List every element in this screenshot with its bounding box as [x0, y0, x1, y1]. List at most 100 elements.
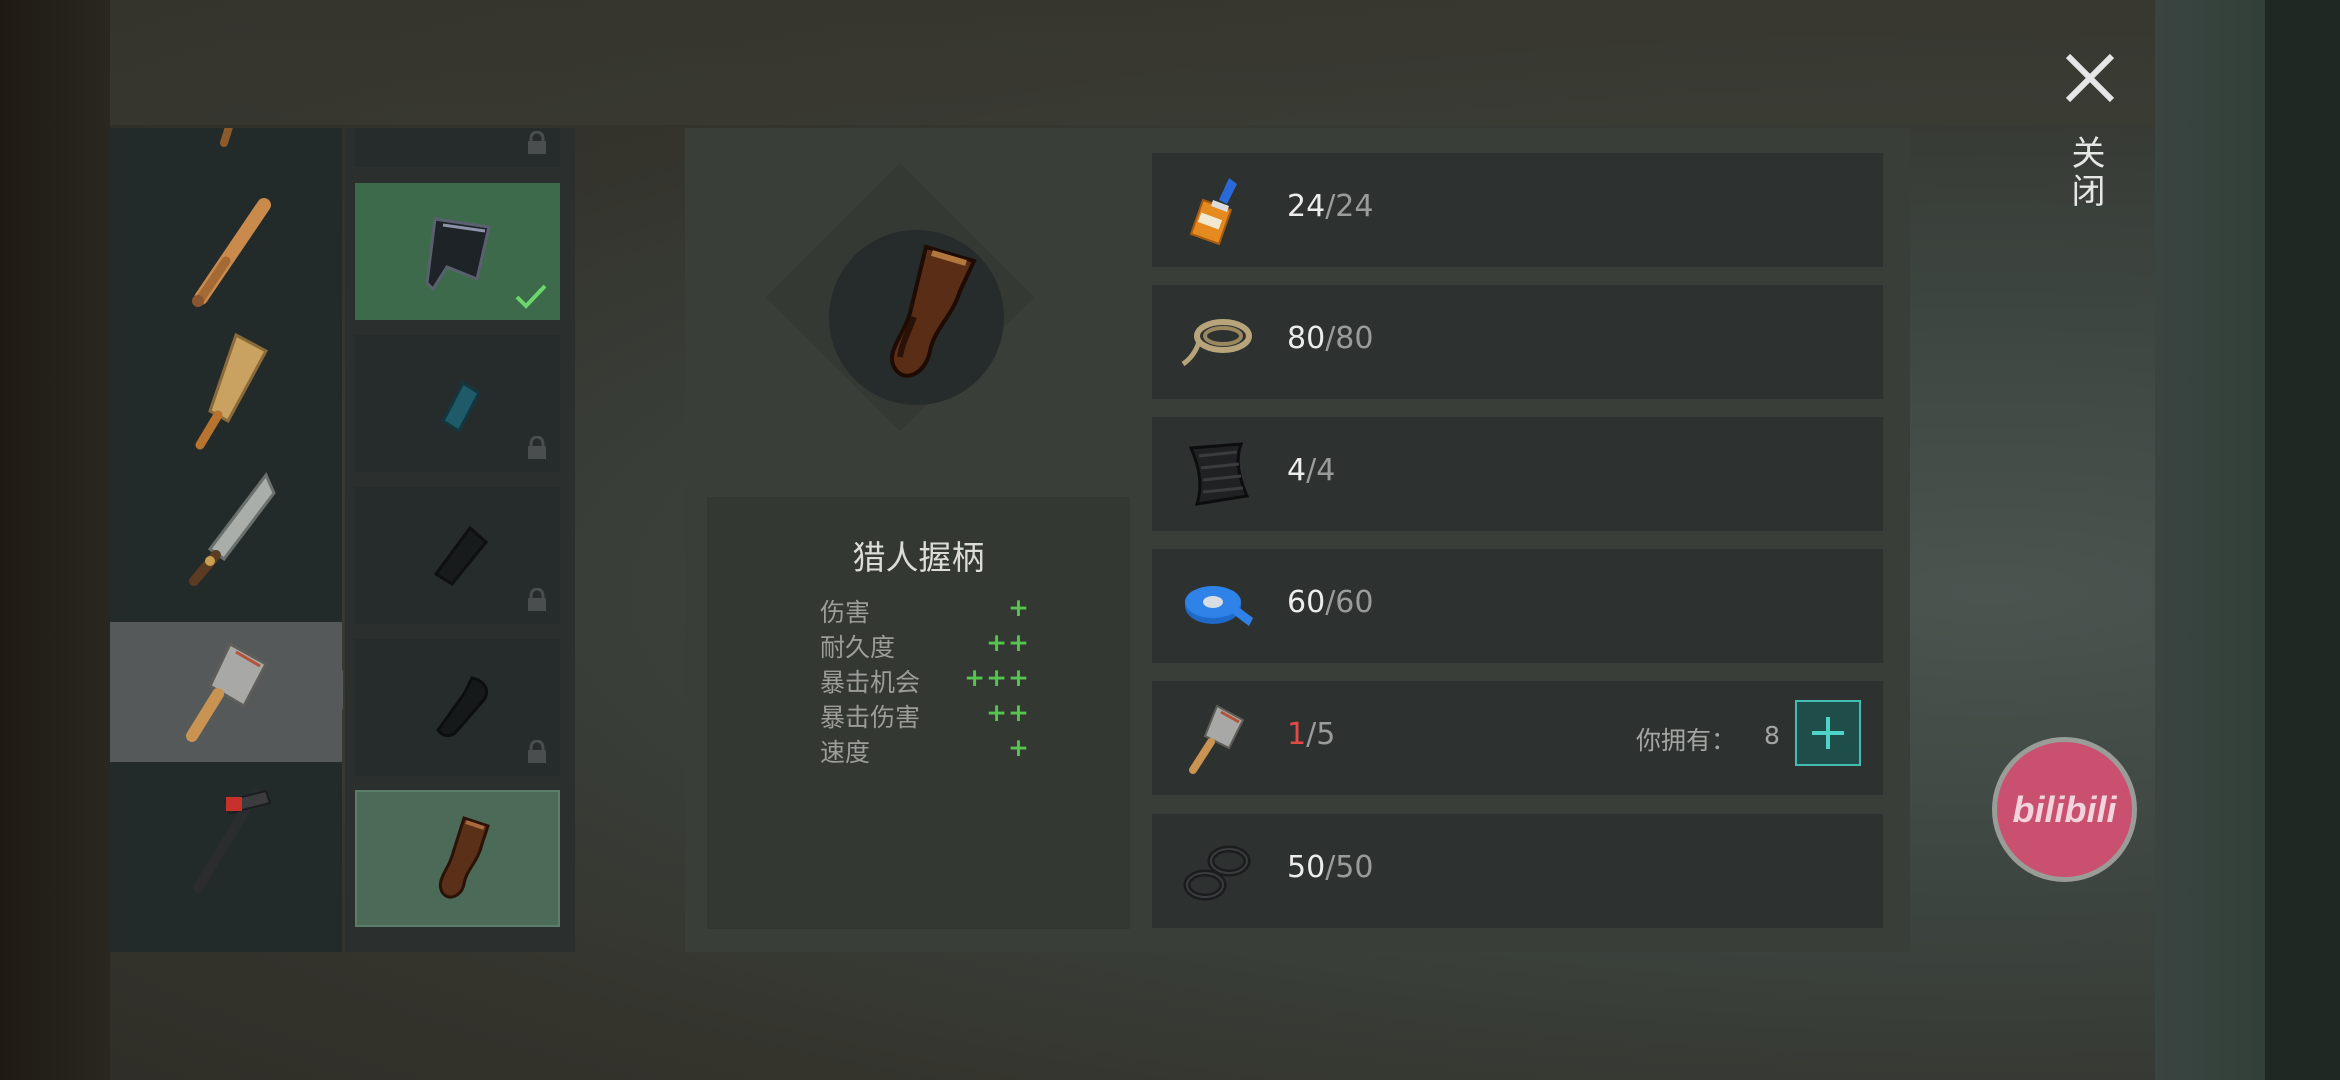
close-button[interactable] — [2060, 48, 2120, 108]
stat-row: 伤害 + — [820, 593, 1030, 628]
black-grip-icon — [433, 525, 488, 586]
right-side-panel — [2155, 0, 2265, 1080]
lock-icon — [528, 740, 546, 763]
stat-value: ++ — [986, 628, 1030, 657]
weapon-item[interactable] — [110, 458, 342, 598]
variant-item-equipped[interactable] — [355, 183, 560, 320]
resource-slash: / — [1325, 321, 1336, 356]
resource-need: 5 — [1316, 717, 1336, 752]
variant-item[interactable] — [355, 487, 560, 624]
resource-have: 60 — [1287, 585, 1326, 620]
stat-label: 耐久度 — [820, 633, 896, 662]
resource-count: 24/24 — [1287, 189, 1373, 224]
resource-need: 4 — [1316, 453, 1336, 488]
close-icon — [2065, 53, 2115, 103]
stat-value: + — [1008, 593, 1030, 622]
left-edge-bar — [0, 0, 110, 1080]
owned-value: 8 — [1764, 721, 1780, 750]
grip-variant-list[interactable] — [345, 128, 575, 952]
top-shade — [110, 0, 2155, 125]
cleaver-blade-icon — [424, 216, 491, 291]
hunter-grip-icon — [438, 815, 490, 899]
resource-have: 1 — [1287, 717, 1307, 752]
owned-label: 你拥有： — [1636, 726, 1737, 755]
resource-slash: / — [1306, 717, 1317, 752]
rubber-rings-icon — [1174, 828, 1260, 914]
stat-row: 耐久度 ++ — [820, 628, 1030, 663]
plus-icon — [1812, 717, 1844, 749]
weapon-item[interactable] — [110, 768, 342, 908]
right-edge-bar — [2265, 0, 2340, 1080]
resource-count: 50/50 — [1287, 850, 1373, 885]
resource-row: 50/50 — [1152, 814, 1883, 928]
resource-row: 24/24 — [1152, 153, 1883, 267]
resource-row: 80/80 — [1152, 285, 1883, 399]
weapon-item[interactable] — [110, 178, 342, 318]
glue-icon — [1174, 167, 1260, 253]
hunter-grip-icon — [889, 243, 977, 378]
weapon-item-selected[interactable] — [110, 622, 342, 762]
selection-arrow — [323, 670, 343, 710]
resource-count: 4/4 — [1287, 453, 1335, 488]
resource-have: 4 — [1287, 453, 1307, 488]
item-preview — [829, 230, 1004, 405]
stat-label: 暴击机会 — [820, 668, 921, 697]
weapon-partial-icon — [220, 128, 233, 147]
machete-icon — [189, 472, 276, 586]
resource-slash: / — [1306, 453, 1317, 488]
item-stats: 伤害 + 耐久度 ++ 暴击机会 +++ 暴击伤害 ++ 速度 + — [820, 593, 1030, 768]
item-name: 猎人握柄 — [852, 538, 985, 577]
stat-value: + — [1008, 733, 1030, 762]
item-info-box: 猎人握柄 伤害 + 耐久度 ++ 暴击机会 +++ 暴击伤害 ++ 速度 + — [707, 497, 1130, 929]
stat-value: ++ — [986, 698, 1030, 727]
resource-count: 60/60 — [1287, 585, 1373, 620]
cleaver-icon — [1174, 695, 1260, 781]
duct-tape-icon — [1174, 563, 1260, 649]
rope-icon — [1174, 299, 1260, 385]
resource-need: 24 — [1335, 189, 1374, 224]
variant-item[interactable] — [355, 639, 560, 776]
stat-label: 速度 — [820, 738, 871, 767]
wooden-paddle-icon — [195, 332, 269, 450]
black-pistol-grip-icon — [435, 675, 488, 737]
weapon-list[interactable] — [110, 128, 342, 952]
weapon-item[interactable] — [110, 318, 342, 458]
weapon-partial-bottom-icon — [166, 918, 286, 952]
resource-count: 1/5 — [1287, 717, 1335, 752]
bilibili-logo-text: bilibili — [2012, 788, 2117, 830]
stat-row: 暴击机会 +++ — [820, 663, 1030, 698]
resource-count: 80/80 — [1287, 321, 1373, 356]
resource-row: 4/4 — [1152, 417, 1883, 531]
resource-slash: / — [1325, 850, 1336, 885]
checkmark-icon — [515, 284, 547, 309]
bilibili-watermark: bilibili — [1992, 737, 2137, 882]
stat-label: 暴击伤害 — [820, 703, 921, 732]
add-resource-button[interactable] — [1795, 700, 1861, 766]
resource-have: 50 — [1287, 850, 1326, 885]
close-label[interactable]: 关闭 — [2065, 135, 2110, 211]
variant-item-current[interactable] — [355, 790, 560, 927]
resource-row: 60/60 — [1152, 549, 1883, 663]
resource-have: 24 — [1287, 189, 1326, 224]
resource-have: 80 — [1287, 321, 1326, 356]
weapon-item[interactable] — [110, 128, 342, 178]
weapon-item[interactable] — [110, 908, 342, 952]
resource-slash: / — [1325, 585, 1336, 620]
handle-partial-icon — [418, 128, 498, 139]
cleaver-icon — [186, 641, 269, 742]
resource-need: 60 — [1335, 585, 1374, 620]
stat-label: 伤害 — [820, 598, 871, 627]
lock-icon — [528, 588, 546, 611]
variant-item[interactable] — [355, 335, 560, 472]
resource-row: 1/5 你拥有： 8 — [1152, 681, 1883, 795]
carbon-fabric-icon — [1174, 431, 1260, 517]
resource-slash: / — [1325, 189, 1336, 224]
lock-icon — [528, 436, 546, 459]
resource-need: 50 — [1335, 850, 1374, 885]
variant-item[interactable] — [355, 128, 560, 167]
baseball-bat-icon — [192, 198, 271, 307]
stat-value: +++ — [964, 663, 1030, 692]
stat-row: 暴击伤害 ++ — [820, 698, 1030, 733]
resource-need: 80 — [1335, 321, 1374, 356]
stat-row: 速度 + — [820, 733, 1030, 768]
